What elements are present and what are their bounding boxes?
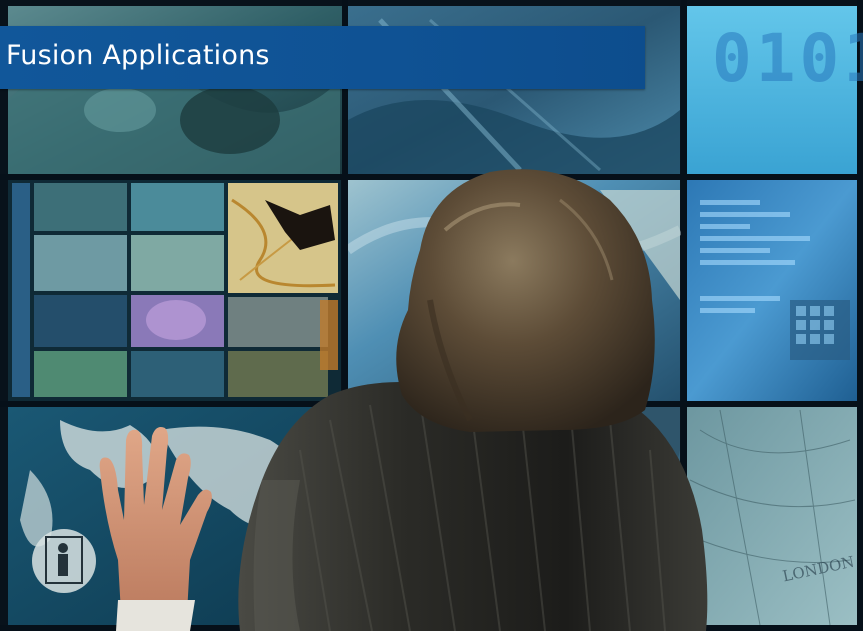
title-banner: Fusion Applications	[0, 26, 645, 89]
page-title: Fusion Applications	[6, 40, 270, 71]
binary-overlay-text: 0101	[712, 20, 863, 97]
